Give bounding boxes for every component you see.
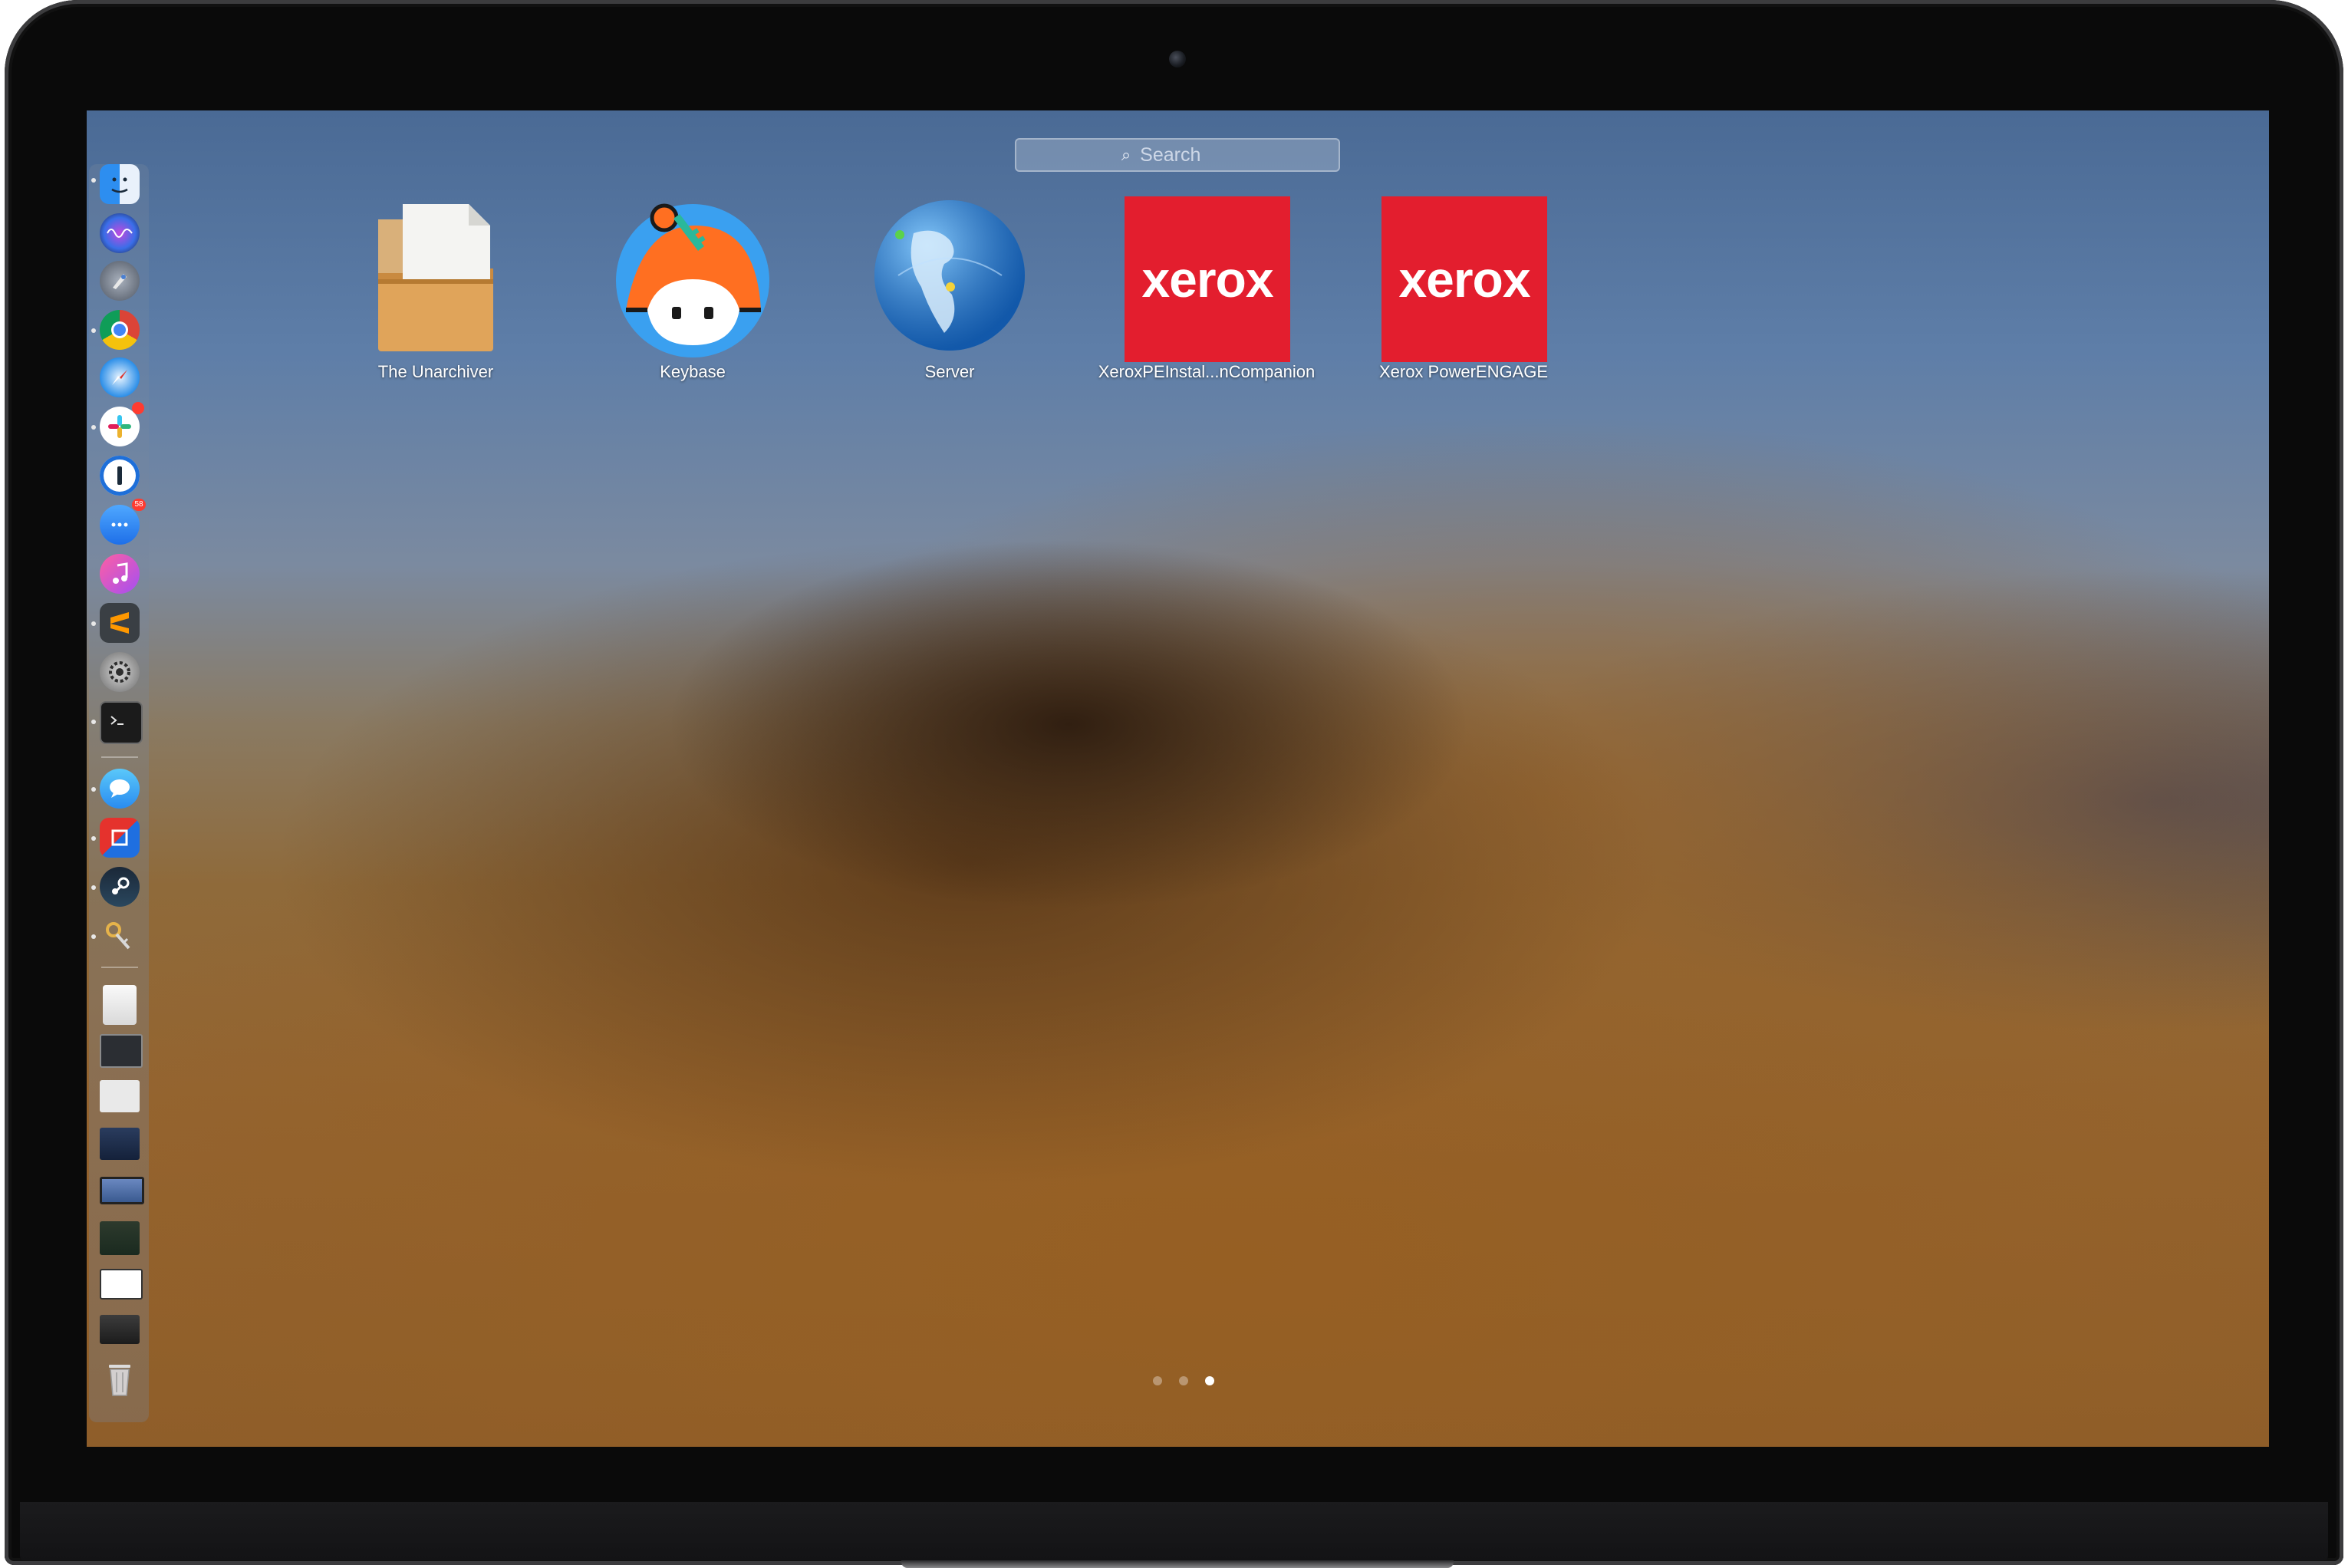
page-dot[interactable] <box>1179 1376 1188 1385</box>
app-xerox-powerengage[interactable]: xerox Xerox PowerENGAGE <box>1337 195 1590 394</box>
xerox-icon: xerox <box>1125 196 1290 362</box>
window-thumbnail-icon[interactable] <box>100 1221 140 1255</box>
steam-icon[interactable] <box>100 867 140 907</box>
running-indicator <box>91 787 96 792</box>
unread-count-badge: 58 <box>132 499 146 511</box>
launchpad-screen: 58 ⌕ Search The Unarchiver Keybase Serve… <box>87 110 2269 1447</box>
trash-icon[interactable] <box>100 1359 140 1399</box>
app-keybase[interactable]: Keybase <box>566 195 819 394</box>
page-dot[interactable] <box>1153 1376 1162 1385</box>
running-indicator <box>91 328 96 333</box>
window-thumbnail-icon[interactable] <box>100 1177 144 1204</box>
running-indicator <box>91 934 96 939</box>
unarchiver-box-icon <box>354 195 518 359</box>
window-thumbnail-icon[interactable] <box>100 1128 140 1160</box>
1password-icon[interactable] <box>100 456 140 496</box>
running-indicator <box>91 621 96 626</box>
app-label: XeroxPEInstal...nCompanion <box>1098 362 1316 381</box>
running-indicator <box>91 178 96 183</box>
search-icon: ⌕ <box>1121 145 1131 165</box>
laptop-chin <box>20 1502 2328 1560</box>
chrome-icon[interactable] <box>100 310 140 350</box>
page-dot-active[interactable] <box>1205 1376 1214 1385</box>
running-indicator <box>91 720 96 724</box>
notification-badge <box>132 402 144 414</box>
running-indicator <box>91 425 96 430</box>
keychain-icon[interactable] <box>100 916 140 956</box>
slack-icon[interactable] <box>100 402 144 446</box>
laptop-base <box>901 1560 1454 1568</box>
window-thumbnail-icon[interactable] <box>100 1080 140 1112</box>
itunes-icon[interactable] <box>100 554 140 594</box>
finder-icon[interactable] <box>100 164 140 204</box>
system-preferences-icon[interactable] <box>100 652 140 692</box>
window-thumbnail-icon[interactable] <box>100 1315 140 1344</box>
keybase-icon <box>611 195 775 359</box>
messages-icon[interactable] <box>100 769 140 809</box>
camera-icon <box>1169 51 1186 68</box>
dock-separator <box>101 967 138 968</box>
safari-icon[interactable] <box>100 357 140 397</box>
server-globe-icon <box>868 195 1032 359</box>
sublime-text-icon[interactable] <box>100 603 140 643</box>
documents-folder-icon[interactable] <box>103 985 137 1025</box>
messenger-icon[interactable]: 58 <box>100 499 146 545</box>
app-label: Keybase <box>660 362 726 381</box>
dock-separator <box>101 756 138 758</box>
siri-icon[interactable] <box>100 213 140 253</box>
running-indicator <box>91 885 96 890</box>
dock: 58 <box>89 164 149 1422</box>
search-input[interactable] <box>1138 143 1234 167</box>
xerox-icon: xerox <box>1381 196 1547 362</box>
window-thumbnail-icon[interactable] <box>100 1269 143 1300</box>
terminal-icon[interactable] <box>100 701 143 744</box>
launchpad-icon[interactable] <box>100 261 140 301</box>
search-field[interactable]: ⌕ <box>1015 138 1340 172</box>
running-indicator <box>91 836 96 841</box>
app-xerox-pe-installer[interactable]: xerox XeroxPEInstal...nCompanion <box>1080 195 1333 394</box>
parallels-icon[interactable] <box>100 818 140 858</box>
app-label: The Unarchiver <box>377 362 494 381</box>
app-server[interactable]: Server <box>823 195 1076 394</box>
window-thumbnail-icon[interactable] <box>100 1034 143 1068</box>
app-label: Server <box>924 362 975 381</box>
app-label: Xerox PowerENGAGE <box>1378 362 1549 381</box>
page-indicator <box>1145 1373 1214 1388</box>
app-the-unarchiver[interactable]: The Unarchiver <box>309 195 562 394</box>
